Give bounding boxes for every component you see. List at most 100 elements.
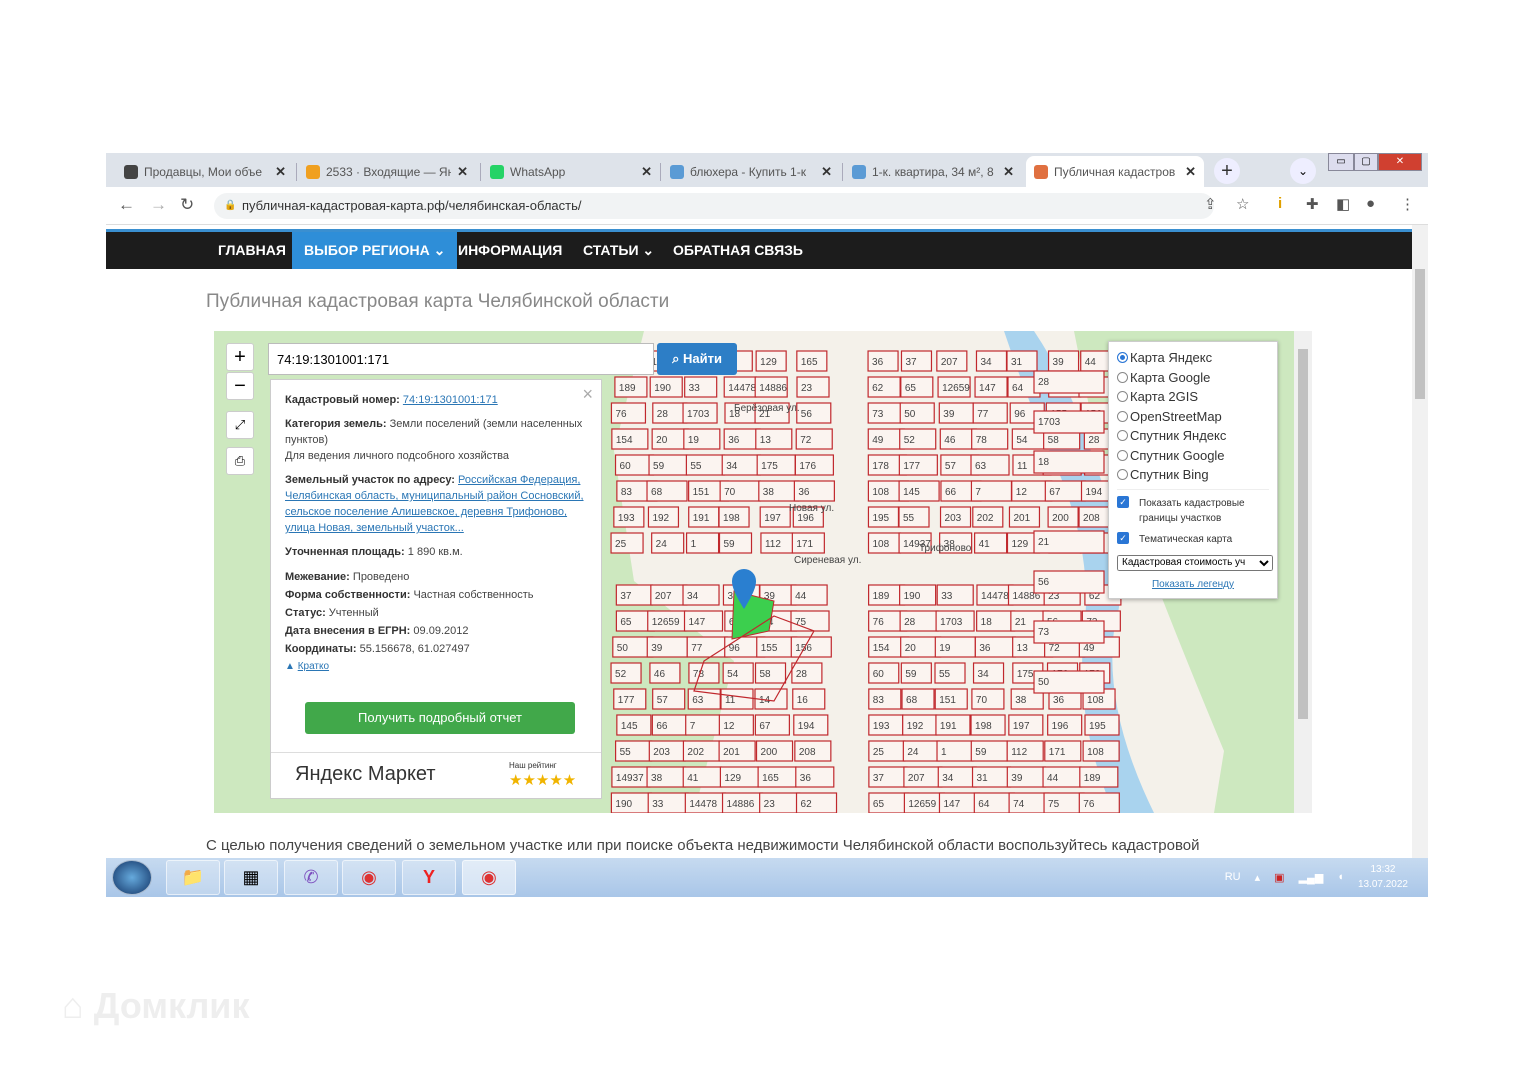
nav-info[interactable]: ИНФОРМАЦИЯ — [446, 232, 574, 269]
chrome-active-icon[interactable]: ◉ — [462, 860, 516, 895]
new-tab-button[interactable]: + — [1214, 158, 1240, 184]
parcel-number: 20 — [905, 643, 917, 654]
show-hidden-icons[interactable]: ▴ — [1255, 871, 1261, 884]
back-icon[interactable]: ← — [118, 195, 135, 215]
explorer-icon[interactable]: 📁 — [166, 860, 220, 895]
layer-option[interactable]: Карта Google — [1117, 368, 1269, 388]
volume-icon[interactable]: ◖ — [1337, 871, 1344, 883]
tab-close-icon[interactable]: ✕ — [1003, 164, 1014, 180]
side-panel-icon[interactable]: ◧ — [1336, 195, 1350, 213]
yandex-browser-icon[interactable]: Y — [402, 860, 456, 895]
site-nav: ГЛАВНАЯ ВЫБОР РЕГИОНА ⌄ ИНФОРМАЦИЯ СТАТЬ… — [106, 229, 1412, 269]
parcel-number: 73 — [1038, 627, 1050, 638]
yandex-market-banner[interactable]: Яндекс Маркет Наш рейтинг ★★★★★ — [271, 752, 601, 798]
layer-option-label: Карта Google — [1130, 369, 1211, 385]
nav-articles[interactable]: СТАТЬИ ⌄ — [571, 232, 666, 269]
thematic-checkbox[interactable]: ✓ Тематическая карта — [1117, 531, 1269, 547]
viber-icon[interactable]: ✆ — [284, 860, 338, 895]
brief-link[interactable]: Кратко — [298, 661, 329, 672]
parcel-number: 176 — [799, 461, 816, 472]
tab-favicon-icon — [124, 164, 138, 179]
minimize-button[interactable]: ▭ — [1328, 153, 1354, 171]
language-indicator[interactable]: RU — [1225, 871, 1241, 883]
parcel-number: 14886 — [727, 799, 755, 810]
parcel-number: 67 — [759, 721, 771, 732]
parcel-number: 165 — [762, 773, 779, 784]
tab-close-icon[interactable]: ✕ — [1185, 164, 1196, 180]
forward-icon[interactable]: → — [150, 195, 167, 215]
layer-option-label: Спутник Bing — [1130, 467, 1209, 483]
boundaries-checkbox[interactable]: ✓ Показать кадастровые границы участков — [1117, 495, 1269, 526]
map-scrollbar[interactable] — [1294, 331, 1312, 813]
layer-option[interactable]: Спутник Bing — [1117, 465, 1269, 485]
tab-close-icon[interactable]: ✕ — [275, 164, 286, 180]
layer-option[interactable]: Карта Яндекс — [1117, 348, 1269, 368]
parcel-number: 21 — [1015, 617, 1027, 628]
parcel-number: 151 — [939, 695, 956, 706]
tab-search-button[interactable]: ⌄ — [1290, 158, 1316, 184]
category-label: Категория земель: — [285, 418, 387, 430]
layer-option[interactable]: Спутник Яндекс — [1117, 426, 1269, 446]
cadastral-map[interactable]: 1081493738411291653637207343139441891903… — [214, 331, 1302, 813]
zoom-in-button[interactable]: + — [226, 343, 254, 371]
cad-number-link[interactable]: 74:19:1301001:171 — [403, 394, 498, 406]
calculator-icon[interactable]: ▦ — [224, 860, 278, 895]
parcel-number: 193 — [618, 513, 635, 524]
browser-tab[interactable]: WhatsApp ✕ — [482, 156, 660, 187]
show-legend-link[interactable]: Показать легенду — [1152, 579, 1234, 590]
bookmark-star-icon[interactable]: ☆ — [1236, 195, 1249, 213]
tab-close-icon[interactable]: ✕ — [457, 164, 468, 180]
maximize-button[interactable]: ▢ — [1354, 153, 1378, 171]
parcel-number: 57 — [945, 461, 957, 472]
zoom-out-button[interactable]: − — [226, 372, 254, 400]
share-icon[interactable]: ⇪ — [1204, 195, 1217, 213]
signal-icon[interactable]: ▂▄▆ — [1299, 871, 1324, 884]
page-scrollbar-thumb[interactable] — [1415, 269, 1425, 399]
fullscreen-icon[interactable]: ⤢ — [226, 411, 254, 439]
start-button[interactable] — [112, 860, 152, 895]
layer-option[interactable]: Спутник Google — [1117, 446, 1269, 466]
nav-region[interactable]: ВЫБОР РЕГИОНА ⌄ — [292, 232, 458, 269]
get-report-button[interactable]: Получить подробный отчет — [305, 702, 575, 734]
browser-tab[interactable]: блюхера - Купить 1-к ✕ — [662, 156, 840, 187]
layer-option[interactable]: OpenStreetMap — [1117, 407, 1269, 427]
layer-option-label: Спутник Яндекс — [1130, 428, 1227, 444]
parcel-number: 108 — [873, 539, 890, 550]
browser-tab[interactable]: Публичная кадастров ✕ — [1026, 156, 1204, 187]
close-popup-icon[interactable]: × — [582, 384, 593, 405]
chrome-icon[interactable]: ◉ — [342, 860, 396, 895]
print-icon[interactable]: ⎙ — [226, 447, 254, 475]
menu-kebab-icon[interactable]: ⋮ — [1400, 195, 1415, 213]
parcel-number: 201 — [723, 747, 740, 758]
nav-feedback[interactable]: ОБРАТНАЯ СВЯЗЬ — [661, 232, 815, 269]
layer-option[interactable]: Карта 2GIS — [1117, 387, 1269, 407]
app-tray-icon[interactable]: ▣ — [1274, 871, 1284, 884]
close-window-button[interactable]: ✕ — [1378, 153, 1422, 171]
browser-tab[interactable]: 2533 · Входящие — Ян ✕ — [298, 156, 476, 187]
url-field[interactable]: 🔒 публичная-кадастровая-карта.рф/челябинс… — [214, 193, 1214, 219]
clock[interactable]: 13:32 13.07.2022 — [1358, 862, 1408, 892]
browser-tab[interactable]: Продавцы, Мои объе ✕ — [116, 156, 294, 187]
reload-icon[interactable]: ↻ — [180, 195, 194, 215]
tab-title: 2533 · Входящие — Ян — [326, 164, 452, 179]
tab-close-icon[interactable]: ✕ — [641, 164, 652, 180]
extensions-puzzle-icon[interactable]: ✚ — [1306, 195, 1319, 213]
thematic-select[interactable]: Кадастровая стоимость уч — [1117, 554, 1273, 571]
page-scrollbar[interactable] — [1412, 225, 1428, 859]
parcel-number: 75 — [1048, 799, 1060, 810]
nav-home[interactable]: ГЛАВНАЯ — [206, 232, 298, 269]
checkbox-checked-icon: ✓ — [1117, 495, 1129, 508]
profile-avatar-icon[interactable]: ● — [1366, 195, 1375, 212]
parcel-number: 83 — [621, 487, 633, 498]
parcel-number: 66 — [656, 721, 668, 732]
find-button[interactable]: ⌕ Найти — [657, 343, 737, 375]
parcel-number: 37 — [873, 773, 885, 784]
parcel-number: 34 — [687, 591, 699, 602]
extension-info-icon[interactable]: i — [1278, 195, 1282, 212]
map-scrollbar-thumb[interactable] — [1298, 349, 1308, 719]
parcel-number: 58 — [1048, 435, 1060, 446]
tab-close-icon[interactable]: ✕ — [821, 164, 832, 180]
parcel-number: 63 — [692, 695, 704, 706]
cadastral-search-input[interactable]: 74:19:1301001:171 — [268, 343, 654, 375]
browser-tab[interactable]: 1-к. квартира, 34 м², 8 ✕ — [844, 156, 1022, 187]
